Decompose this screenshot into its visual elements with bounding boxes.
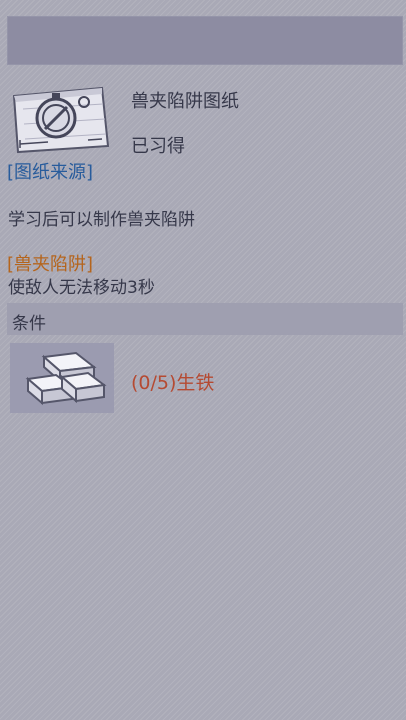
item-name: 兽夹陷阱图纸 <box>131 91 239 112</box>
effect-description: 使敌人无法移动3秒 <box>8 278 155 298</box>
blueprint-icon <box>8 84 112 156</box>
conditions-header: 条件 <box>7 303 403 335</box>
item-description: 学习后可以制作兽夹陷阱 <box>8 210 195 230</box>
learned-status: 已习得 <box>131 136 185 157</box>
material-requirement-text: (0/5)生铁 <box>131 372 215 394</box>
iron-ingot-icon <box>10 351 114 417</box>
title-bar <box>7 16 403 65</box>
material-slot[interactable] <box>10 343 114 413</box>
conditions-label: 条件 <box>12 314 46 334</box>
blueprint-source-link[interactable]: [图纸来源] <box>7 158 93 184</box>
